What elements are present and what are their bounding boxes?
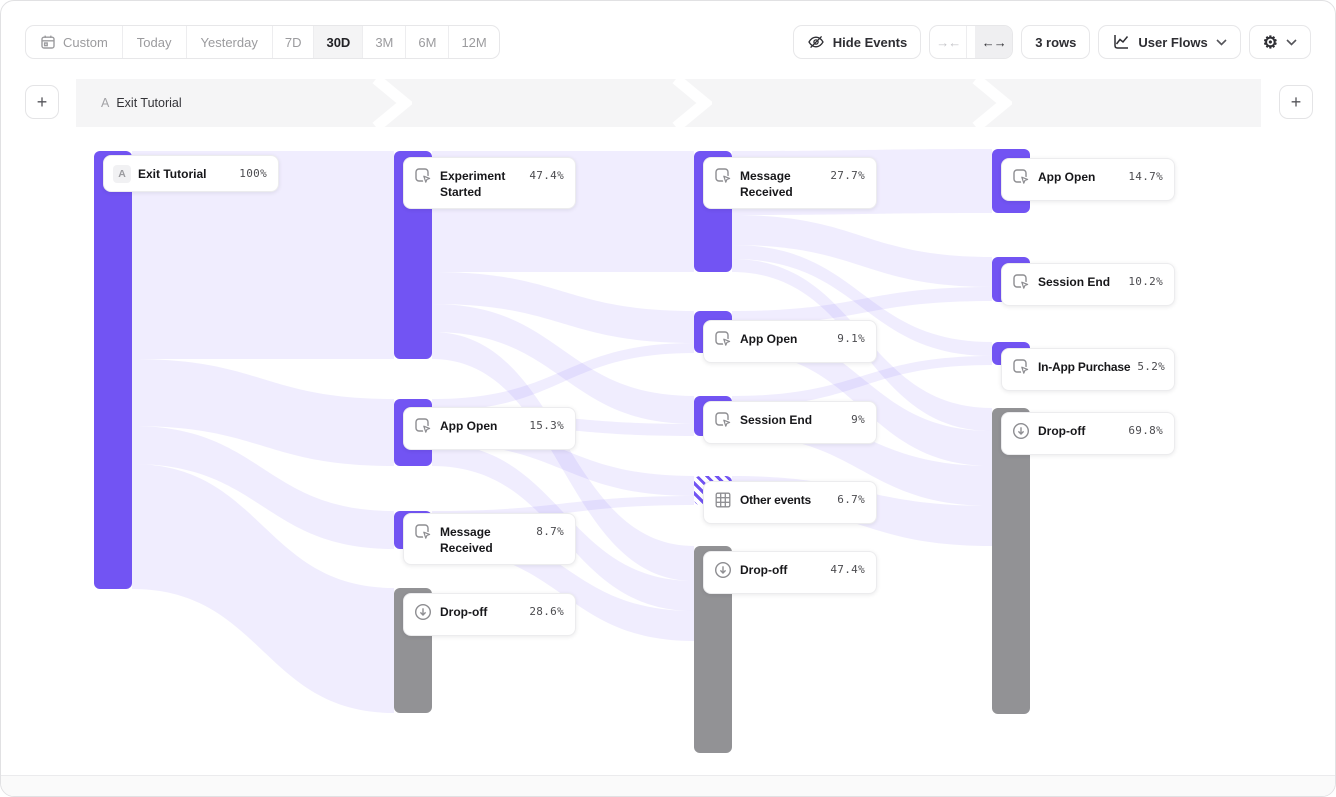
event-icon (1011, 357, 1031, 382)
node-card-session-end-4[interactable]: Session End 10.2% (1001, 263, 1175, 306)
event-icon (713, 329, 733, 354)
node-card-drop-off-3[interactable]: Drop-off 47.4% (703, 551, 877, 594)
event-icon (1011, 272, 1031, 297)
step-letter-badge: A (113, 165, 131, 183)
event-icon (413, 522, 433, 547)
event-icon (713, 410, 733, 435)
event-icon (1011, 167, 1031, 192)
node-card-message-received-3[interactable]: Message Received 27.7% (703, 157, 877, 209)
node-bar-exit-tutorial[interactable] (94, 151, 132, 589)
node-card-app-open-3[interactable]: App Open 9.1% (703, 320, 877, 363)
node-card-other-events-3[interactable]: Other events 6.7% (703, 481, 877, 524)
sankey-canvas: A Exit Tutorial 100% Experiment Started … (1, 1, 1335, 796)
user-flows-page: Custom Today Yesterday 7D 30D 3M 6M 12M (0, 0, 1336, 797)
node-card-drop-off-2[interactable]: Drop-off 28.6% (403, 593, 576, 636)
event-icon (713, 166, 733, 191)
drop-off-icon (413, 602, 433, 627)
node-card-app-open-4[interactable]: App Open 14.7% (1001, 158, 1175, 201)
flow-ribbons-layer (1, 1, 1336, 797)
node-card-app-open-2[interactable]: App Open 15.3% (403, 407, 576, 450)
event-icon (413, 166, 433, 191)
node-card-exit-tutorial[interactable]: A Exit Tutorial 100% (103, 155, 279, 192)
node-card-in-app-purchase-4[interactable]: In-App Purchase 5.2% (1001, 348, 1175, 391)
node-card-session-end-3[interactable]: Session End 9% (703, 401, 877, 444)
node-card-message-received-2[interactable]: Message Received 8.7% (403, 513, 576, 565)
node-card-experiment-started[interactable]: Experiment Started 47.4% (403, 157, 576, 209)
footer-strip (1, 775, 1335, 796)
event-icon (413, 416, 433, 441)
node-card-drop-off-4[interactable]: Drop-off 69.8% (1001, 412, 1175, 455)
drop-off-icon (1011, 421, 1031, 446)
drop-off-icon (713, 560, 733, 585)
grid-icon (713, 490, 733, 515)
